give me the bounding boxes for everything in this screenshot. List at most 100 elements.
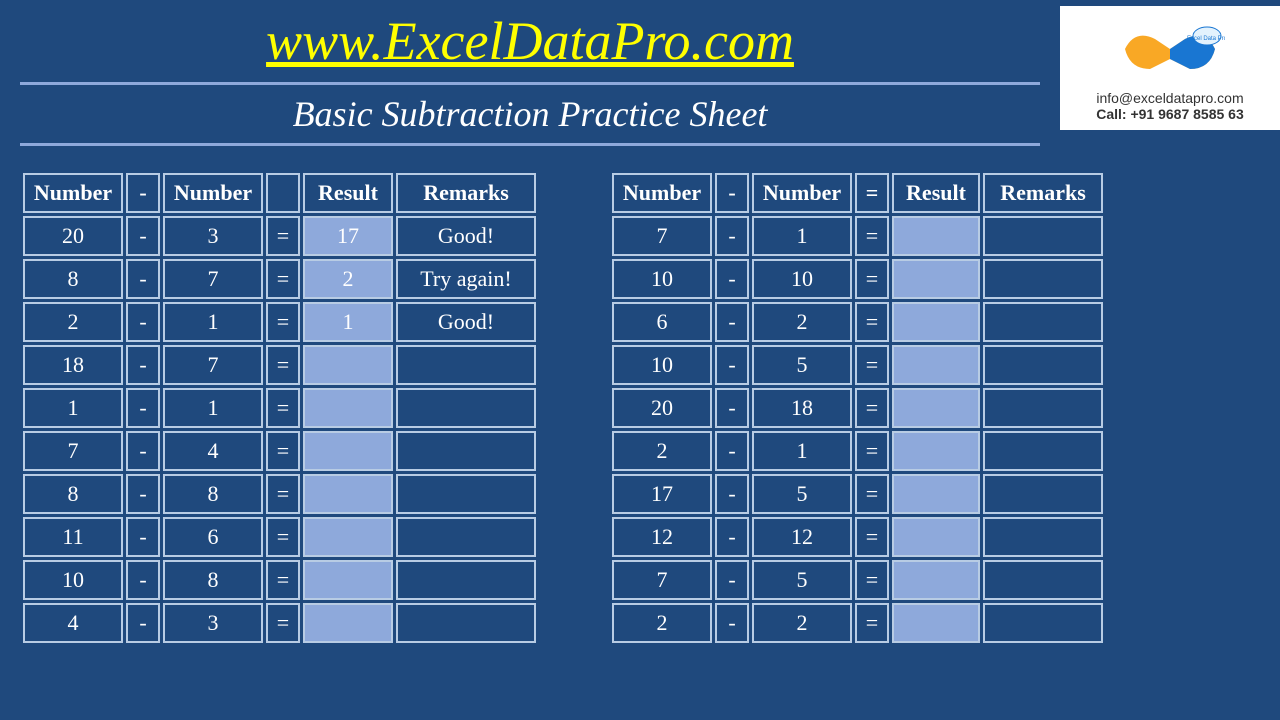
cell-remarks: [983, 517, 1103, 557]
cell-equals: =: [855, 603, 889, 643]
cell-equals: =: [266, 302, 300, 342]
practice-table-right: Number - Number = Result Remarks 7-1=10-…: [609, 170, 1106, 646]
col-remarks: Remarks: [396, 173, 536, 213]
cell-number-b: 1: [163, 302, 263, 342]
cell-number-b: 1: [752, 216, 852, 256]
table-row: 2-2=: [612, 603, 1103, 643]
cell-equals: =: [855, 517, 889, 557]
cell-result[interactable]: [303, 603, 393, 643]
cell-remarks: [396, 603, 536, 643]
cell-result[interactable]: [892, 431, 980, 471]
col-minus: -: [715, 173, 749, 213]
table-row: 1-1=: [23, 388, 536, 428]
col-remarks: Remarks: [983, 173, 1103, 213]
cell-equals: =: [855, 431, 889, 471]
cell-result[interactable]: [892, 302, 980, 342]
cell-number-a: 11: [23, 517, 123, 557]
cell-equals: =: [266, 431, 300, 471]
table-row: 10-8=: [23, 560, 536, 600]
table-row: 10-5=: [612, 345, 1103, 385]
page-subtitle: Basic Subtraction Practice Sheet: [20, 89, 1040, 139]
cell-minus: -: [715, 259, 749, 299]
cell-result[interactable]: [892, 560, 980, 600]
cell-result[interactable]: [303, 431, 393, 471]
cell-result[interactable]: 17: [303, 216, 393, 256]
table-row: 4-3=: [23, 603, 536, 643]
header: www.ExcelDataPro.com Basic Subtraction P…: [0, 0, 1280, 150]
cell-number-b: 8: [163, 560, 263, 600]
table-row: 7-1=: [612, 216, 1103, 256]
col-number-a: Number: [23, 173, 123, 213]
table-row: 18-7=: [23, 345, 536, 385]
cell-remarks: [983, 388, 1103, 428]
cell-result[interactable]: [892, 603, 980, 643]
svg-text:Excel Data Pro: Excel Data Pro: [1187, 36, 1225, 42]
col-equals: =: [855, 173, 889, 213]
cell-number-a: 1: [23, 388, 123, 428]
cell-number-b: 1: [163, 388, 263, 428]
cell-result[interactable]: [892, 345, 980, 385]
cell-minus: -: [715, 216, 749, 256]
cell-number-b: 8: [163, 474, 263, 514]
cell-number-a: 20: [23, 216, 123, 256]
cell-result[interactable]: [892, 388, 980, 428]
contact-email: info@exceldatapro.com: [1064, 90, 1276, 106]
cell-number-b: 3: [163, 216, 263, 256]
cell-number-b: 4: [163, 431, 263, 471]
col-minus: -: [126, 173, 160, 213]
cell-remarks: [396, 388, 536, 428]
cell-number-b: 5: [752, 474, 852, 514]
cell-number-b: 1: [752, 431, 852, 471]
cell-minus: -: [715, 302, 749, 342]
cell-result[interactable]: [303, 474, 393, 514]
cell-result[interactable]: [303, 388, 393, 428]
cell-minus: -: [126, 216, 160, 256]
cell-minus: -: [126, 517, 160, 557]
cell-number-b: 5: [752, 345, 852, 385]
header-left: www.ExcelDataPro.com Basic Subtraction P…: [0, 0, 1060, 150]
cell-result[interactable]: [892, 517, 980, 557]
cell-remarks: [983, 345, 1103, 385]
cell-minus: -: [715, 388, 749, 428]
col-equals: [266, 173, 300, 213]
cell-minus: -: [126, 388, 160, 428]
cell-equals: =: [855, 216, 889, 256]
cell-number-a: 7: [23, 431, 123, 471]
cell-number-a: 2: [612, 431, 712, 471]
cell-equals: =: [266, 603, 300, 643]
table-row: 12-12=: [612, 517, 1103, 557]
cell-number-a: 4: [23, 603, 123, 643]
cell-minus: -: [715, 603, 749, 643]
cell-result[interactable]: [303, 560, 393, 600]
cell-remarks: [983, 474, 1103, 514]
tables-container: Number - Number Result Remarks 20-3=17Go…: [0, 150, 1280, 646]
cell-remarks: [396, 431, 536, 471]
cell-result[interactable]: [892, 474, 980, 514]
cell-result[interactable]: [892, 216, 980, 256]
cell-remarks: [983, 603, 1103, 643]
cell-minus: -: [126, 474, 160, 514]
table-row: 20-18=: [612, 388, 1103, 428]
cell-equals: =: [855, 345, 889, 385]
cell-number-a: 20: [612, 388, 712, 428]
cell-result[interactable]: [303, 517, 393, 557]
cell-number-a: 6: [612, 302, 712, 342]
cell-result[interactable]: 2: [303, 259, 393, 299]
col-number-b: Number: [163, 173, 263, 213]
cell-remarks: [396, 560, 536, 600]
cell-minus: -: [715, 517, 749, 557]
cell-equals: =: [855, 560, 889, 600]
cell-result[interactable]: [892, 259, 980, 299]
cell-result[interactable]: 1: [303, 302, 393, 342]
cell-result[interactable]: [303, 345, 393, 385]
cell-number-b: 18: [752, 388, 852, 428]
handshake-icon: Excel Data Pro: [1115, 14, 1225, 84]
table-row: 20-3=17Good!: [23, 216, 536, 256]
cell-remarks: Good!: [396, 302, 536, 342]
cell-equals: =: [266, 388, 300, 428]
table-row: 2-1=: [612, 431, 1103, 471]
cell-number-a: 7: [612, 216, 712, 256]
table-row: 17-5=: [612, 474, 1103, 514]
table-header-row: Number - Number = Result Remarks: [612, 173, 1103, 213]
site-url-title: www.ExcelDataPro.com: [20, 10, 1040, 78]
